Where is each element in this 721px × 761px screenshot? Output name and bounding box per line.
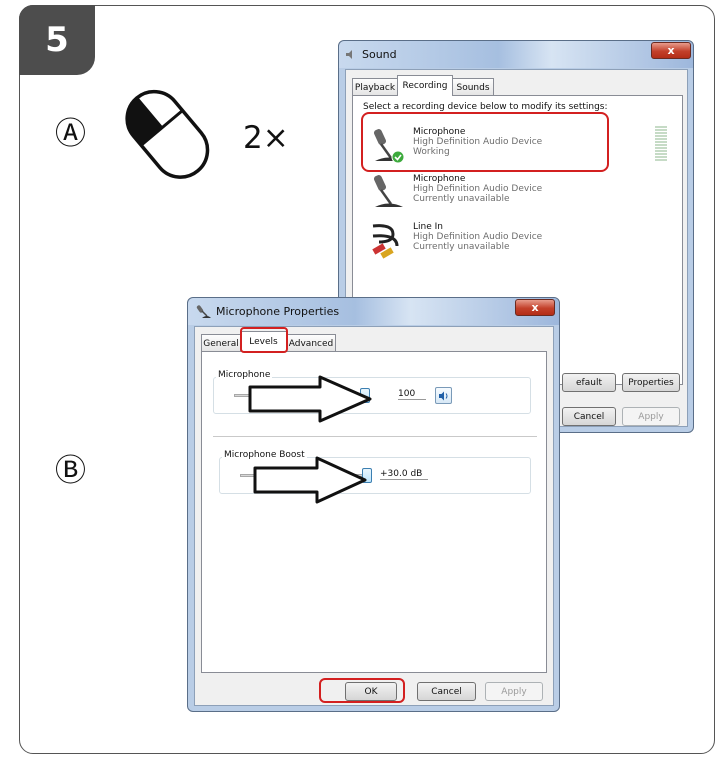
sound-cancel-button[interactable]: Cancel [562, 407, 616, 426]
ok-button-highlight [319, 678, 405, 703]
label-b: Ⓑ [55, 453, 86, 489]
device-description: High Definition Audio Device [413, 184, 543, 194]
sound-title: Sound [362, 48, 397, 61]
properties-button[interactable]: Properties [622, 373, 680, 392]
set-default-button[interactable]: efault [562, 373, 616, 392]
recording-instruction: Select a recording device below to modif… [363, 102, 608, 112]
arrow-right-icon [253, 456, 367, 504]
tab-general[interactable]: General [201, 334, 241, 352]
audio-cable-icon [372, 224, 399, 259]
microphone-level-value[interactable]: 100 [398, 389, 426, 400]
tab-advanced[interactable]: Advanced [286, 334, 336, 352]
tab-playback[interactable]: Playback [352, 78, 398, 96]
speaker-icon [439, 391, 448, 401]
mic-cancel-button[interactable]: Cancel [417, 682, 476, 701]
sound-title-bar: Sound x [339, 41, 693, 68]
speaker-icon [346, 50, 352, 59]
device-item-line-in[interactable]: Line In High Definition Audio Device Cur… [363, 218, 673, 264]
device-description: High Definition Audio Device [413, 232, 543, 242]
mouse-left-click-icon [125, 89, 210, 179]
sound-apply-button[interactable]: Apply [622, 407, 680, 426]
microphone-properties-dialog: Microphone Properties x General Levels A… [187, 297, 560, 712]
level-meter [655, 126, 667, 162]
tab-sounds[interactable]: Sounds [452, 78, 494, 96]
mic-title: Microphone Properties [216, 305, 340, 318]
levels-tab-highlight [240, 327, 288, 353]
arrow-right-icon [248, 375, 372, 423]
mic-apply-button[interactable]: Apply [485, 682, 543, 701]
tab-recording[interactable]: Recording [397, 75, 453, 96]
separator [213, 436, 537, 437]
sound-close-button[interactable]: x [651, 42, 691, 59]
device-status: Currently unavailable [413, 242, 510, 252]
mute-toggle-button[interactable] [435, 387, 452, 404]
boost-level-value: +30.0 dB [380, 469, 428, 480]
step-number-badge: 5 [19, 5, 95, 75]
selected-device-highlight [361, 112, 609, 172]
device-name: Line In [413, 222, 443, 232]
label-a: Ⓐ [55, 116, 86, 152]
mic-title-bar: Microphone Properties x [188, 298, 559, 325]
device-status: Currently unavailable [413, 194, 510, 204]
mic-close-button[interactable]: x [515, 299, 555, 316]
device-name: Microphone [413, 174, 466, 184]
microphone-icon [196, 305, 211, 318]
double-click-count: 2× [243, 120, 289, 156]
microphone-icon [373, 175, 403, 207]
device-item-microphone-2[interactable]: Microphone High Definition Audio Device … [363, 170, 673, 216]
